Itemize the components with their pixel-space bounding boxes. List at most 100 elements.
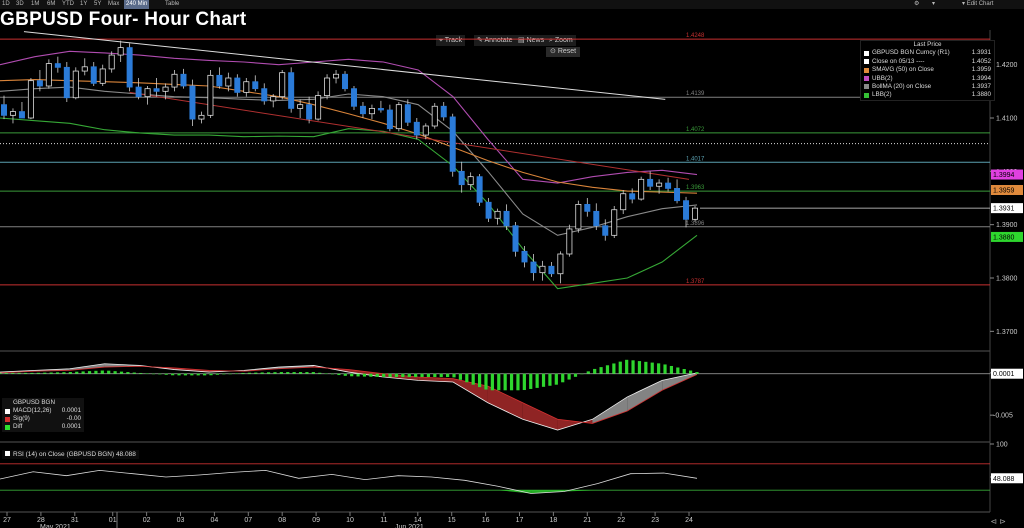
- macd-hist-bar: [625, 359, 629, 374]
- candle-body: [234, 77, 241, 93]
- macd-hist-bar: [426, 373, 431, 378]
- legend-row-close: Close on 05/13 ---- 1.4052: [861, 58, 994, 66]
- legend-row-lbb: LBB(2) 1.3880: [861, 91, 994, 99]
- macd-hist-bar: [164, 373, 168, 375]
- x-tick-label: 07: [244, 517, 252, 524]
- macd-hist-bar: [311, 372, 315, 374]
- macd-hist-bar: [126, 372, 130, 374]
- candle-body: [153, 88, 160, 92]
- scroll-right-icon[interactable]: ⊳: [999, 517, 1006, 526]
- macd-hist-bar: [228, 373, 232, 375]
- candle-body: [297, 104, 304, 109]
- candle-body: [261, 88, 268, 102]
- legend-label: Sig(9): [13, 415, 30, 422]
- macd-hist-bar: [465, 373, 469, 383]
- level-lines: 1.4248 1.4139 1.4072 1.4017 1.3963 1.3896 1.37…: [0, 33, 990, 286]
- price-tag-label: 1.3931: [993, 206, 1015, 213]
- candle-body: [665, 182, 672, 189]
- x-tick-label: 11: [380, 517, 387, 524]
- macd-hist-bar: [535, 373, 539, 388]
- macd-hist-bar: [55, 372, 60, 374]
- candle-body: [99, 68, 106, 84]
- rsi-panel: 1005048.088: [0, 442, 1023, 494]
- x-tick-label: 09: [312, 517, 320, 524]
- candle-body: [602, 225, 609, 236]
- macd-hist-bar: [75, 371, 79, 374]
- macd-hist-bar: [394, 373, 399, 378]
- level-label: 1.4072: [686, 127, 705, 133]
- candle-body: [656, 182, 663, 187]
- candle-body: [252, 81, 259, 90]
- macd-hist-bar: [477, 373, 482, 388]
- x-tick-label: 02: [143, 517, 151, 524]
- macd-tag-label: 0.0001: [993, 371, 1015, 378]
- candle-body: [512, 225, 519, 252]
- macd-hist-bar: [62, 372, 66, 374]
- macd-hist-bar: [0, 372, 2, 374]
- legend-value: 1.3959: [971, 66, 991, 74]
- macd-hist-bar: [260, 372, 264, 374]
- legend-swatch: [864, 92, 869, 98]
- candle-body: [279, 72, 286, 98]
- x-axis: 27 28 31 01 02 03 04 07 08 09 10 11 14 15 16 17 18 21 22 23…: [3, 512, 693, 528]
- legend-row-sma: SMAVG (50) on Close 1.3959: [861, 66, 994, 74]
- x-month-label: May 2021: [40, 524, 71, 528]
- x-tick-label: 24: [685, 517, 693, 524]
- macd-hist-bar: [203, 373, 207, 376]
- macd-hist-bar: [87, 371, 92, 374]
- legend-value: 1.3931: [971, 49, 991, 57]
- macd-hist-bar: [599, 367, 603, 374]
- macd-hist-bar: [30, 372, 34, 374]
- candle-body: [485, 201, 492, 219]
- macd-hist-bar: [190, 373, 194, 376]
- macd-hist-bar: [650, 362, 654, 374]
- candle-body: [494, 210, 501, 219]
- rsi-legend-label: RSI (14) on Close (GBPUSD BGN) 48.088: [13, 451, 136, 458]
- macd-hist-bar: [618, 361, 622, 374]
- candle-body: [189, 85, 196, 120]
- macd-hist-bar: [215, 373, 220, 375]
- x-tick-label: 22: [617, 517, 625, 524]
- x-tick-label: 21: [583, 517, 591, 524]
- candle-body: [108, 54, 115, 70]
- candle-body: [530, 261, 537, 274]
- legend-header: Last Price: [913, 41, 942, 48]
- macd-legend: GBPUSD BGN MACD(12,26) 0.0001 Sig(9) -0.…: [2, 398, 84, 432]
- price-tag-label: 1.3959: [993, 188, 1015, 195]
- macd-hist-bar: [433, 373, 437, 378]
- axis-tick-label: 1.4100: [996, 116, 1018, 123]
- macd-hist-bar: [324, 373, 328, 375]
- rsi-oversold-fill: [497, 490, 532, 494]
- legend-label: BollMA (20) on Close: [872, 82, 932, 90]
- macd-hist-bar: [682, 369, 686, 374]
- macd-hist-bar: [356, 373, 360, 377]
- legend-label: SMAVG (50) on Close: [872, 66, 934, 74]
- candle-body: [36, 80, 43, 87]
- x-tick-label: 23: [651, 517, 659, 524]
- x-tick-label: 01: [109, 517, 117, 524]
- legend-swatch: [864, 50, 869, 56]
- candle-body: [81, 66, 88, 72]
- level-label: 1.3787: [686, 279, 705, 285]
- macd-hist-bar: [529, 373, 533, 389]
- legend-value: 1.3994: [971, 74, 991, 82]
- macd-hist-bar: [573, 373, 578, 377]
- candle-body: [333, 73, 340, 79]
- macd-hist-bar: [516, 373, 520, 391]
- legend-swatch: [864, 59, 869, 65]
- macd-hist-bar: [522, 373, 526, 391]
- legend-label: LBB(2): [872, 91, 892, 99]
- rsi-tag-label: 48.088: [993, 476, 1015, 483]
- macd-hist-bar: [490, 373, 494, 391]
- scroll-left-icon[interactable]: ⊲: [990, 517, 997, 526]
- legend-label: Diff: [13, 423, 23, 430]
- macd-hist-bar: [657, 363, 661, 374]
- macd-hist-bar: [196, 373, 200, 376]
- macd-hist-bar: [637, 361, 642, 374]
- macd-hist-bar: [343, 373, 347, 376]
- candle-body: [431, 105, 438, 127]
- macd-hist-bar: [509, 373, 514, 391]
- macd-hist-bar: [94, 370, 98, 374]
- macd-hist-bar: [420, 373, 424, 378]
- macd-hist-bar: [247, 372, 251, 374]
